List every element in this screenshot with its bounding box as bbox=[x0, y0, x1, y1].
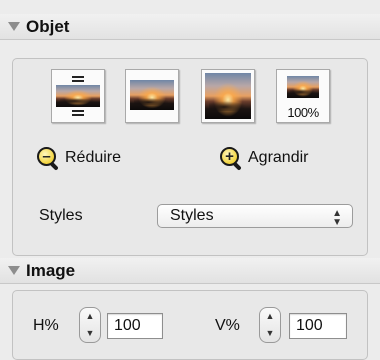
objet-section-title: Objet bbox=[26, 16, 70, 36]
sunset-thumbnail bbox=[205, 73, 251, 119]
sunset-thumbnail bbox=[56, 85, 100, 107]
v-percent-input[interactable]: 100 bbox=[289, 313, 347, 339]
zoom-out-icon: – bbox=[37, 147, 59, 171]
disclosure-triangle-icon[interactable] bbox=[8, 22, 20, 31]
bottom-bar-marker bbox=[72, 110, 84, 112]
h-percent-stepper[interactable]: ▲ ▼ bbox=[79, 307, 101, 343]
v-percent-label: V% bbox=[215, 317, 240, 334]
sunset-thumbnail bbox=[287, 76, 319, 98]
top-bar-marker bbox=[72, 80, 84, 82]
reduce-button[interactable]: – Réduire bbox=[37, 147, 122, 171]
h-percent-label: H% bbox=[33, 317, 59, 334]
enlarge-button[interactable]: + Agrandir bbox=[220, 147, 309, 171]
image-section-title: Image bbox=[26, 260, 76, 280]
v-percent-stepper[interactable]: ▲ ▼ bbox=[259, 307, 281, 343]
zoom-in-icon: + bbox=[220, 147, 242, 171]
objet-panel: 100% – Réduire + Agrandir Styles Styles … bbox=[12, 58, 368, 256]
fill-icon[interactable] bbox=[201, 69, 255, 123]
top-bar-marker bbox=[72, 76, 84, 78]
image-panel: H% ▲ ▼ 100 V% ▲ ▼ 100 bbox=[12, 290, 368, 360]
select-arrows-icon: ▲ ▼ bbox=[332, 208, 342, 228]
styles-select-value: Styles bbox=[170, 207, 214, 224]
h-percent-input[interactable]: 100 bbox=[107, 313, 163, 339]
sunset-thumbnail bbox=[130, 80, 174, 110]
styles-label: Styles bbox=[39, 207, 83, 224]
objet-section-header[interactable]: Objet bbox=[0, 14, 380, 40]
fit-width-icon[interactable] bbox=[125, 69, 179, 123]
bottom-bar-marker bbox=[72, 114, 84, 116]
stepper-up-icon[interactable]: ▲ bbox=[80, 308, 100, 325]
actual-size-caption: 100% bbox=[287, 105, 319, 120]
disclosure-triangle-icon[interactable] bbox=[8, 266, 20, 275]
actual-size-icon[interactable]: 100% bbox=[276, 69, 330, 123]
stepper-down-icon[interactable]: ▼ bbox=[260, 325, 280, 342]
fit-height-icon[interactable] bbox=[51, 69, 105, 123]
stepper-up-icon[interactable]: ▲ bbox=[260, 308, 280, 325]
enlarge-label: Agrandir bbox=[248, 149, 309, 166]
image-section-header[interactable]: Image bbox=[0, 258, 380, 284]
reduce-label: Réduire bbox=[65, 149, 122, 166]
styles-select[interactable]: Styles ▲ ▼ bbox=[157, 204, 353, 228]
stepper-down-icon[interactable]: ▼ bbox=[80, 325, 100, 342]
